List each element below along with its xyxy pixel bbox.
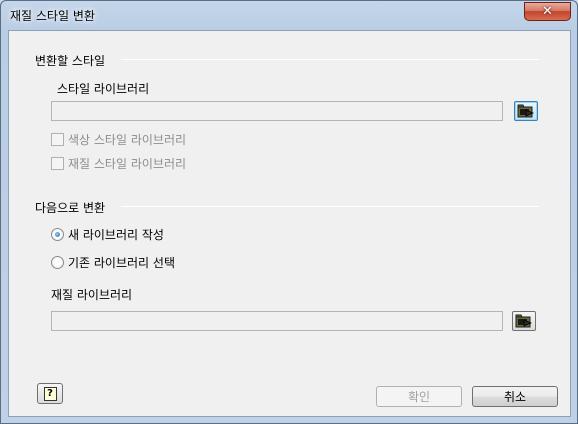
color-style-library-label: 색상 스타일 라이브러리 bbox=[68, 133, 187, 147]
material-style-library-label: 재질 스타일 라이브러리 bbox=[68, 157, 187, 171]
style-library-input[interactable] bbox=[51, 101, 503, 121]
material-library-input[interactable] bbox=[51, 311, 503, 331]
close-icon: ✕ bbox=[542, 4, 553, 19]
select-existing-library-radio[interactable] bbox=[51, 256, 64, 269]
help-button[interactable]: ? bbox=[37, 383, 63, 404]
create-new-library-radio[interactable] bbox=[51, 228, 64, 241]
window-title: 재질 스타일 변환 bbox=[10, 9, 95, 23]
convert-styles-group-label: 변환할 스타일 bbox=[35, 54, 106, 68]
group-divider bbox=[121, 206, 539, 207]
material-style-library-option[interactable]: 재질 스타일 라이브러리 bbox=[51, 155, 186, 172]
folder-browse-icon bbox=[517, 104, 535, 118]
material-library-label: 재질 라이브러리 bbox=[51, 288, 133, 302]
group-divider bbox=[121, 59, 539, 60]
color-style-library-checkbox[interactable] bbox=[51, 133, 64, 146]
material-library-browse-button[interactable] bbox=[512, 311, 536, 331]
style-library-label: 스타일 라이브러리 bbox=[57, 82, 150, 96]
style-library-browse-button[interactable] bbox=[514, 101, 538, 121]
select-existing-library-option[interactable]: 기존 라이브러리 선택 bbox=[51, 254, 175, 271]
convert-to-group-label: 다음으로 변환 bbox=[35, 201, 106, 215]
cancel-button[interactable]: 취소 bbox=[472, 386, 558, 407]
material-style-library-checkbox[interactable] bbox=[51, 157, 64, 170]
color-style-library-option[interactable]: 색상 스타일 라이브러리 bbox=[51, 131, 186, 148]
folder-browse-icon bbox=[515, 314, 533, 328]
help-icon: ? bbox=[43, 386, 57, 401]
select-existing-library-label: 기존 라이브러리 선택 bbox=[68, 256, 175, 270]
dialog-body: 변환할 스타일 스타일 라이브러리 색상 스타일 라이브러리 재질 스타일 라이… bbox=[8, 30, 571, 417]
close-button[interactable]: ✕ bbox=[524, 2, 571, 21]
title-bar[interactable]: 재질 스타일 변환 ✕ bbox=[1, 1, 577, 29]
create-new-library-label: 새 라이브러리 작성 bbox=[68, 228, 164, 242]
ok-button[interactable]: 확인 bbox=[376, 386, 462, 407]
create-new-library-option[interactable]: 새 라이브러리 작성 bbox=[51, 226, 164, 243]
dialog-window: 재질 스타일 변환 ✕ 변환할 스타일 스타일 라이브러리 색상 스타일 라이브… bbox=[0, 0, 578, 424]
